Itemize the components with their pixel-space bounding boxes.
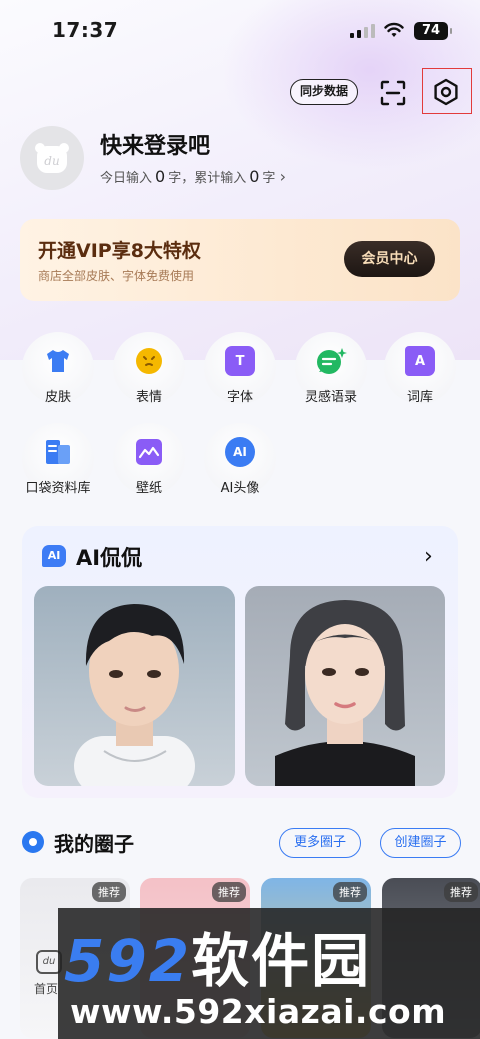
grid-item-dictionary[interactable]: A 词库: [380, 332, 460, 405]
total-input-unit: 字: [262, 171, 276, 186]
grid-item-pocket-library[interactable]: 口袋资料库: [18, 423, 98, 496]
status-time: 17:37: [52, 18, 119, 42]
du-bear-icon: du: [35, 143, 69, 173]
dictionary-icon: A: [405, 346, 435, 376]
input-stats[interactable]: 今日输入 0 字，累计输入 0 字 ›: [100, 167, 286, 186]
vip-subtitle: 商店全部皮肤、字体免费使用: [38, 269, 195, 283]
grid-label: 灵感语录: [304, 390, 357, 405]
watermark-brand-text: 软件园: [191, 927, 372, 995]
wifi-icon: [384, 22, 404, 37]
my-circles-title: 我的圈子: [54, 832, 134, 856]
grid-label: AI头像: [220, 481, 260, 496]
svg-text:du: du: [44, 154, 59, 168]
grid-label: 字体: [226, 390, 253, 405]
emoji-icon: [136, 348, 162, 374]
grid-item-emoji[interactable]: 表情: [109, 332, 189, 405]
settings-icon[interactable]: [430, 76, 462, 108]
member-center-button[interactable]: 会员中心: [344, 241, 435, 277]
grid-label: 词库: [406, 390, 433, 405]
grid-label: 壁纸: [135, 481, 162, 496]
tshirt-icon: [47, 350, 69, 372]
grid-item-skin[interactable]: 皮肤: [18, 332, 98, 405]
quote-icon: [317, 348, 347, 374]
grid-label: 表情: [135, 390, 162, 405]
signal-icon: [350, 24, 375, 38]
grid-label: 口袋资料库: [25, 481, 91, 496]
avatar[interactable]: du: [20, 126, 84, 190]
recommended-badge: 推荐: [333, 882, 367, 902]
ai-character-female[interactable]: [245, 586, 445, 786]
sync-data-button[interactable]: 同步数据: [290, 79, 358, 105]
ai-character-male[interactable]: [34, 586, 235, 786]
ai-chat-icon: AI: [42, 545, 66, 567]
more-circles-button[interactable]: 更多圈子: [279, 828, 361, 858]
vip-title: 开通VIP享8大特权: [38, 240, 201, 262]
total-input-count: 0: [249, 167, 260, 186]
circle-card-caption: 首页: [34, 982, 59, 996]
recommended-badge: 推荐: [444, 882, 478, 902]
grid-item-font[interactable]: T 字体: [200, 332, 280, 405]
pocket-library-icon: [46, 440, 70, 464]
today-input-count: 0: [155, 167, 166, 186]
grid-item-ai-avatar[interactable]: AI AI头像: [200, 423, 280, 496]
watermark-brand: 592软件园: [64, 914, 371, 998]
grid-item-quotes[interactable]: 灵感语录: [291, 332, 371, 405]
female-portrait-image: [275, 600, 415, 786]
ai-avatar-icon: AI: [225, 437, 255, 467]
grid-label: 皮肤: [44, 390, 71, 405]
ai-chat-title[interactable]: AI侃侃: [76, 542, 142, 572]
chevron-right-icon[interactable]: ›: [424, 544, 433, 569]
login-prompt[interactable]: 快来登录吧: [100, 128, 210, 160]
wallpaper-icon: [136, 439, 162, 465]
male-portrait-image: [74, 604, 195, 786]
scan-icon[interactable]: [378, 78, 408, 108]
circles-icon: [22, 831, 44, 853]
chevron-right-icon: ›: [279, 167, 286, 186]
battery-icon: 74: [414, 22, 452, 40]
watermark-brand-number: 592: [64, 927, 192, 995]
today-input-label: 今日输入: [100, 171, 153, 186]
recommended-badge: 推荐: [212, 882, 246, 902]
recommended-badge: 推荐: [92, 882, 126, 902]
total-input-label: 累计输入: [194, 171, 247, 186]
today-input-unit: 字，: [168, 171, 195, 186]
grid-item-wallpaper[interactable]: 壁纸: [109, 423, 189, 496]
watermark-url: www.592xiazai.com: [70, 992, 447, 1031]
create-circle-button[interactable]: 创建圈子: [380, 828, 461, 858]
font-icon: T: [225, 346, 255, 376]
